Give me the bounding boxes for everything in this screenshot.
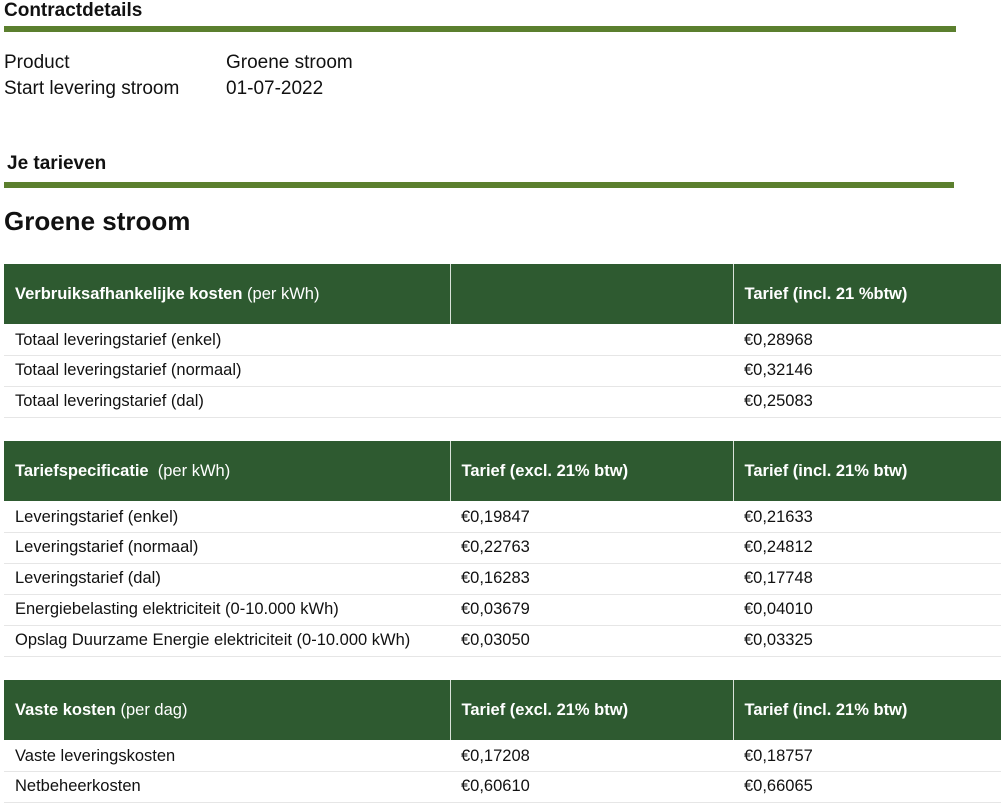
product-title: Groene stroom bbox=[4, 206, 191, 236]
table-row: Totaal leveringstarief (normaal) €0,3214… bbox=[4, 355, 1001, 387]
table-row: Opslag Duurzame Energie elektriciteit (0… bbox=[4, 625, 1001, 657]
table-row: Totaal leveringstarief (enkel) €0,28968 bbox=[4, 324, 1001, 356]
row-excl: €0,03679 bbox=[450, 594, 733, 626]
row-label: Energiebelasting elektriciteit (0-10.000… bbox=[4, 594, 450, 626]
table-row: Leveringstarief (enkel) €0,19847 €0,2163… bbox=[4, 501, 1001, 533]
header-label: Tariefspecificatie bbox=[15, 461, 149, 480]
row-excl: €0,17208 bbox=[450, 740, 733, 772]
header-cell-excl: Tarief (excl. 21% btw) bbox=[450, 441, 734, 501]
row-excl: €0,60610 bbox=[450, 771, 733, 803]
detail-value: 01-07-2022 bbox=[226, 78, 324, 99]
row-excl: €0,03050 bbox=[450, 625, 733, 657]
row-excl bbox=[450, 386, 733, 418]
row-label: Vaste leveringskosten bbox=[4, 740, 450, 772]
table-row: Totaal leveringstarief (dal) €0,25083 bbox=[4, 386, 1001, 418]
row-excl: €0,22763 bbox=[450, 532, 733, 564]
detail-label: Start levering stroom bbox=[4, 78, 180, 99]
header-cell-incl: Tarief (incl. 21% btw) bbox=[733, 680, 1001, 740]
row-incl: €0,24812 bbox=[733, 532, 1001, 564]
row-incl: €0,66065 bbox=[733, 771, 1001, 803]
header-cell-label: Vaste kosten (per dag) bbox=[4, 680, 451, 740]
table-row: Leveringstarief (dal) €0,16283 €0,17748 bbox=[4, 563, 1001, 595]
header-cell-incl: Tarief (incl. 21 %btw) bbox=[733, 264, 1001, 324]
detail-label: Product bbox=[4, 52, 70, 73]
contract-section-title: Contractdetails bbox=[4, 0, 143, 21]
row-incl: €0,32146 bbox=[733, 355, 1001, 387]
usage-costs-table: Verbruiksafhankelijke kosten (per kWh) T… bbox=[4, 264, 1001, 418]
header-unit: (per dag) bbox=[120, 700, 188, 719]
header-label: Verbruiksafhankelijke kosten bbox=[15, 284, 243, 303]
table-row: Vaste leveringskosten €0,17208 €0,18757 bbox=[4, 740, 1001, 772]
table-row: Leveringstarief (normaal) €0,22763 €0,24… bbox=[4, 532, 1001, 564]
tariffs-section-divider bbox=[4, 182, 954, 188]
header-unit: (per kWh) bbox=[157, 461, 231, 480]
row-incl: €0,18757 bbox=[733, 740, 1001, 772]
tariff-specification-table: Tariefspecificatie (per kWh) Tarief (exc… bbox=[4, 441, 1001, 657]
row-label: Leveringstarief (normaal) bbox=[4, 532, 450, 564]
row-label: Totaal leveringstarief (normaal) bbox=[4, 355, 450, 387]
row-excl bbox=[450, 355, 733, 387]
detail-row-start-date: Start levering stroom 01-07-2022 bbox=[4, 77, 323, 101]
row-label: Leveringstarief (dal) bbox=[4, 563, 450, 595]
table-row: Netbeheerkosten €0,60610 €0,66065 bbox=[4, 771, 1001, 803]
header-unit: (per kWh) bbox=[247, 284, 320, 303]
header-cell-label: Tariefspecificatie (per kWh) bbox=[4, 441, 451, 501]
contract-section-divider bbox=[4, 26, 956, 32]
tariffs-section-title: Je tarieven bbox=[7, 153, 107, 174]
header-cell-incl: Tarief (incl. 21% btw) bbox=[733, 441, 1001, 501]
row-incl: €0,17748 bbox=[733, 563, 1001, 595]
row-label: Netbeheerkosten bbox=[4, 771, 450, 803]
table-header-row: Verbruiksafhankelijke kosten (per kWh) T… bbox=[4, 264, 1001, 324]
row-incl: €0,28968 bbox=[733, 324, 1001, 356]
table-header-row: Tariefspecificatie (per kWh) Tarief (exc… bbox=[4, 441, 1001, 501]
header-label: Vaste kosten bbox=[15, 700, 116, 719]
table-row: Energiebelasting elektriciteit (0-10.000… bbox=[4, 594, 1001, 626]
row-incl: €0,21633 bbox=[733, 501, 1001, 533]
row-excl: €0,19847 bbox=[450, 501, 733, 533]
table-header-row: Vaste kosten (per dag) Tarief (excl. 21%… bbox=[4, 680, 1001, 740]
row-label: Totaal leveringstarief (dal) bbox=[4, 386, 450, 418]
row-excl bbox=[450, 324, 733, 356]
header-cell-excl bbox=[450, 264, 734, 324]
detail-value: Groene stroom bbox=[226, 52, 353, 73]
detail-row-product: Product Groene stroom bbox=[4, 51, 353, 75]
header-cell-excl: Tarief (excl. 21% btw) bbox=[450, 680, 734, 740]
row-label: Opslag Duurzame Energie elektriciteit (0… bbox=[4, 625, 450, 657]
row-excl: €0,16283 bbox=[450, 563, 733, 595]
row-incl: €0,03325 bbox=[733, 625, 1001, 657]
row-incl: €0,04010 bbox=[733, 594, 1001, 626]
fixed-costs-table: Vaste kosten (per dag) Tarief (excl. 21%… bbox=[4, 680, 1001, 803]
row-incl: €0,25083 bbox=[733, 386, 1001, 418]
row-label: Totaal leveringstarief (enkel) bbox=[4, 324, 450, 356]
row-label: Leveringstarief (enkel) bbox=[4, 501, 450, 533]
header-cell-label: Verbruiksafhankelijke kosten (per kWh) bbox=[4, 264, 451, 324]
